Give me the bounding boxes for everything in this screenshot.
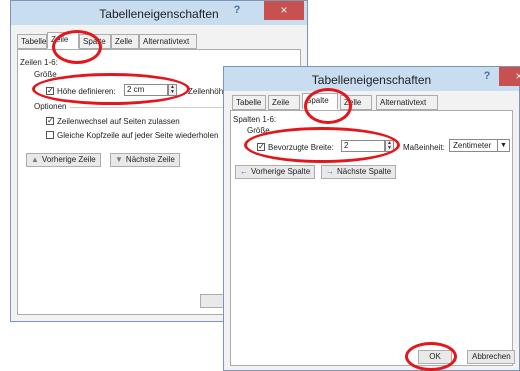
- tab-zelle[interactable]: Zelle: [340, 95, 372, 110]
- size-group-label: Größe: [247, 126, 270, 135]
- tab-zelle[interactable]: Zelle: [111, 34, 139, 49]
- allow-row-break-checkbox[interactable]: ✓: [46, 117, 54, 125]
- help-button[interactable]: ?: [477, 70, 497, 86]
- dialog-title: Tabelleneigenschaften: [311, 73, 432, 87]
- next-row-button[interactable]: ▼ Nächste Zeile: [110, 153, 180, 167]
- arrow-down-icon: ▼: [115, 155, 123, 164]
- tab-alternativtext[interactable]: Alternativtext: [376, 95, 438, 110]
- height-input[interactable]: 2 cm: [124, 84, 168, 96]
- repeat-header-label: Gleiche Kopfzeile auf jeder Seite wieder…: [57, 131, 219, 140]
- tab-tabelle[interactable]: Tabelle: [232, 95, 266, 110]
- size-group-label: Größe: [34, 70, 57, 79]
- preferred-width-input[interactable]: 2: [341, 140, 385, 152]
- arrow-up-icon: ▲: [31, 155, 39, 164]
- tab-zeile[interactable]: Zeile: [47, 32, 79, 49]
- section-columns-label: Spalten 1-6:: [233, 115, 277, 124]
- previous-column-button[interactable]: ← Vorherige Spalte: [235, 165, 316, 179]
- tab-spalte[interactable]: Spalte: [302, 93, 338, 110]
- close-button[interactable]: ×: [264, 1, 304, 20]
- preferred-width-checkbox[interactable]: ✓: [257, 143, 265, 151]
- repeat-header-checkbox[interactable]: [46, 131, 54, 139]
- preferred-width-label: Bevorzugte Breite:: [268, 143, 334, 152]
- title-bar: Tabelleneigenschaften ? ×: [224, 67, 520, 91]
- dialog-title: Tabelleneigenschaften: [99, 7, 219, 21]
- preferred-width-spinner[interactable]: ▲ ▼: [385, 140, 394, 152]
- options-group-label: Optionen: [34, 102, 67, 111]
- tab-alternativtext[interactable]: Alternativtext: [139, 34, 197, 49]
- cancel-button[interactable]: Abbrechen: [467, 350, 515, 364]
- section-rows-label: Zeilen 1-6:: [20, 58, 58, 67]
- column-panel: Spalten 1-6: Größe ✓ Bevorzugte Breite: …: [230, 110, 515, 366]
- arrow-right-icon: →: [326, 167, 334, 176]
- next-column-button[interactable]: → Nächste Spalte: [321, 165, 397, 179]
- tab-zeile[interactable]: Zeile: [268, 95, 300, 110]
- height-checkbox[interactable]: ✓: [46, 87, 54, 95]
- unit-select[interactable]: Zentimeter ▼: [449, 139, 510, 152]
- allow-row-break-label: Zeilenwechsel auf Seiten zulassen: [57, 117, 180, 126]
- chevron-down-icon: ▼: [497, 140, 509, 151]
- arrow-left-icon: ←: [240, 167, 248, 176]
- ok-button[interactable]: OK: [418, 350, 452, 364]
- height-type-label: Zeilenhöhe: [188, 87, 228, 96]
- tab-spalte[interactable]: Spalte: [79, 34, 111, 49]
- height-spinner[interactable]: ▲ ▼: [168, 84, 177, 96]
- title-bar: Tabelleneigenschaften ? ×: [11, 1, 307, 25]
- previous-row-button[interactable]: ▲ Vorherige Zeile: [26, 153, 101, 167]
- tab-tabelle[interactable]: Tabelle: [17, 34, 47, 49]
- table-properties-dialog-column: Tabelleneigenschaften ? × Tabelle Zeile …: [223, 66, 520, 371]
- close-button[interactable]: ×: [499, 67, 520, 86]
- height-label: Höhe definieren:: [57, 87, 116, 96]
- unit-label: Maßeinheit:: [403, 143, 445, 152]
- help-button[interactable]: ?: [227, 4, 247, 20]
